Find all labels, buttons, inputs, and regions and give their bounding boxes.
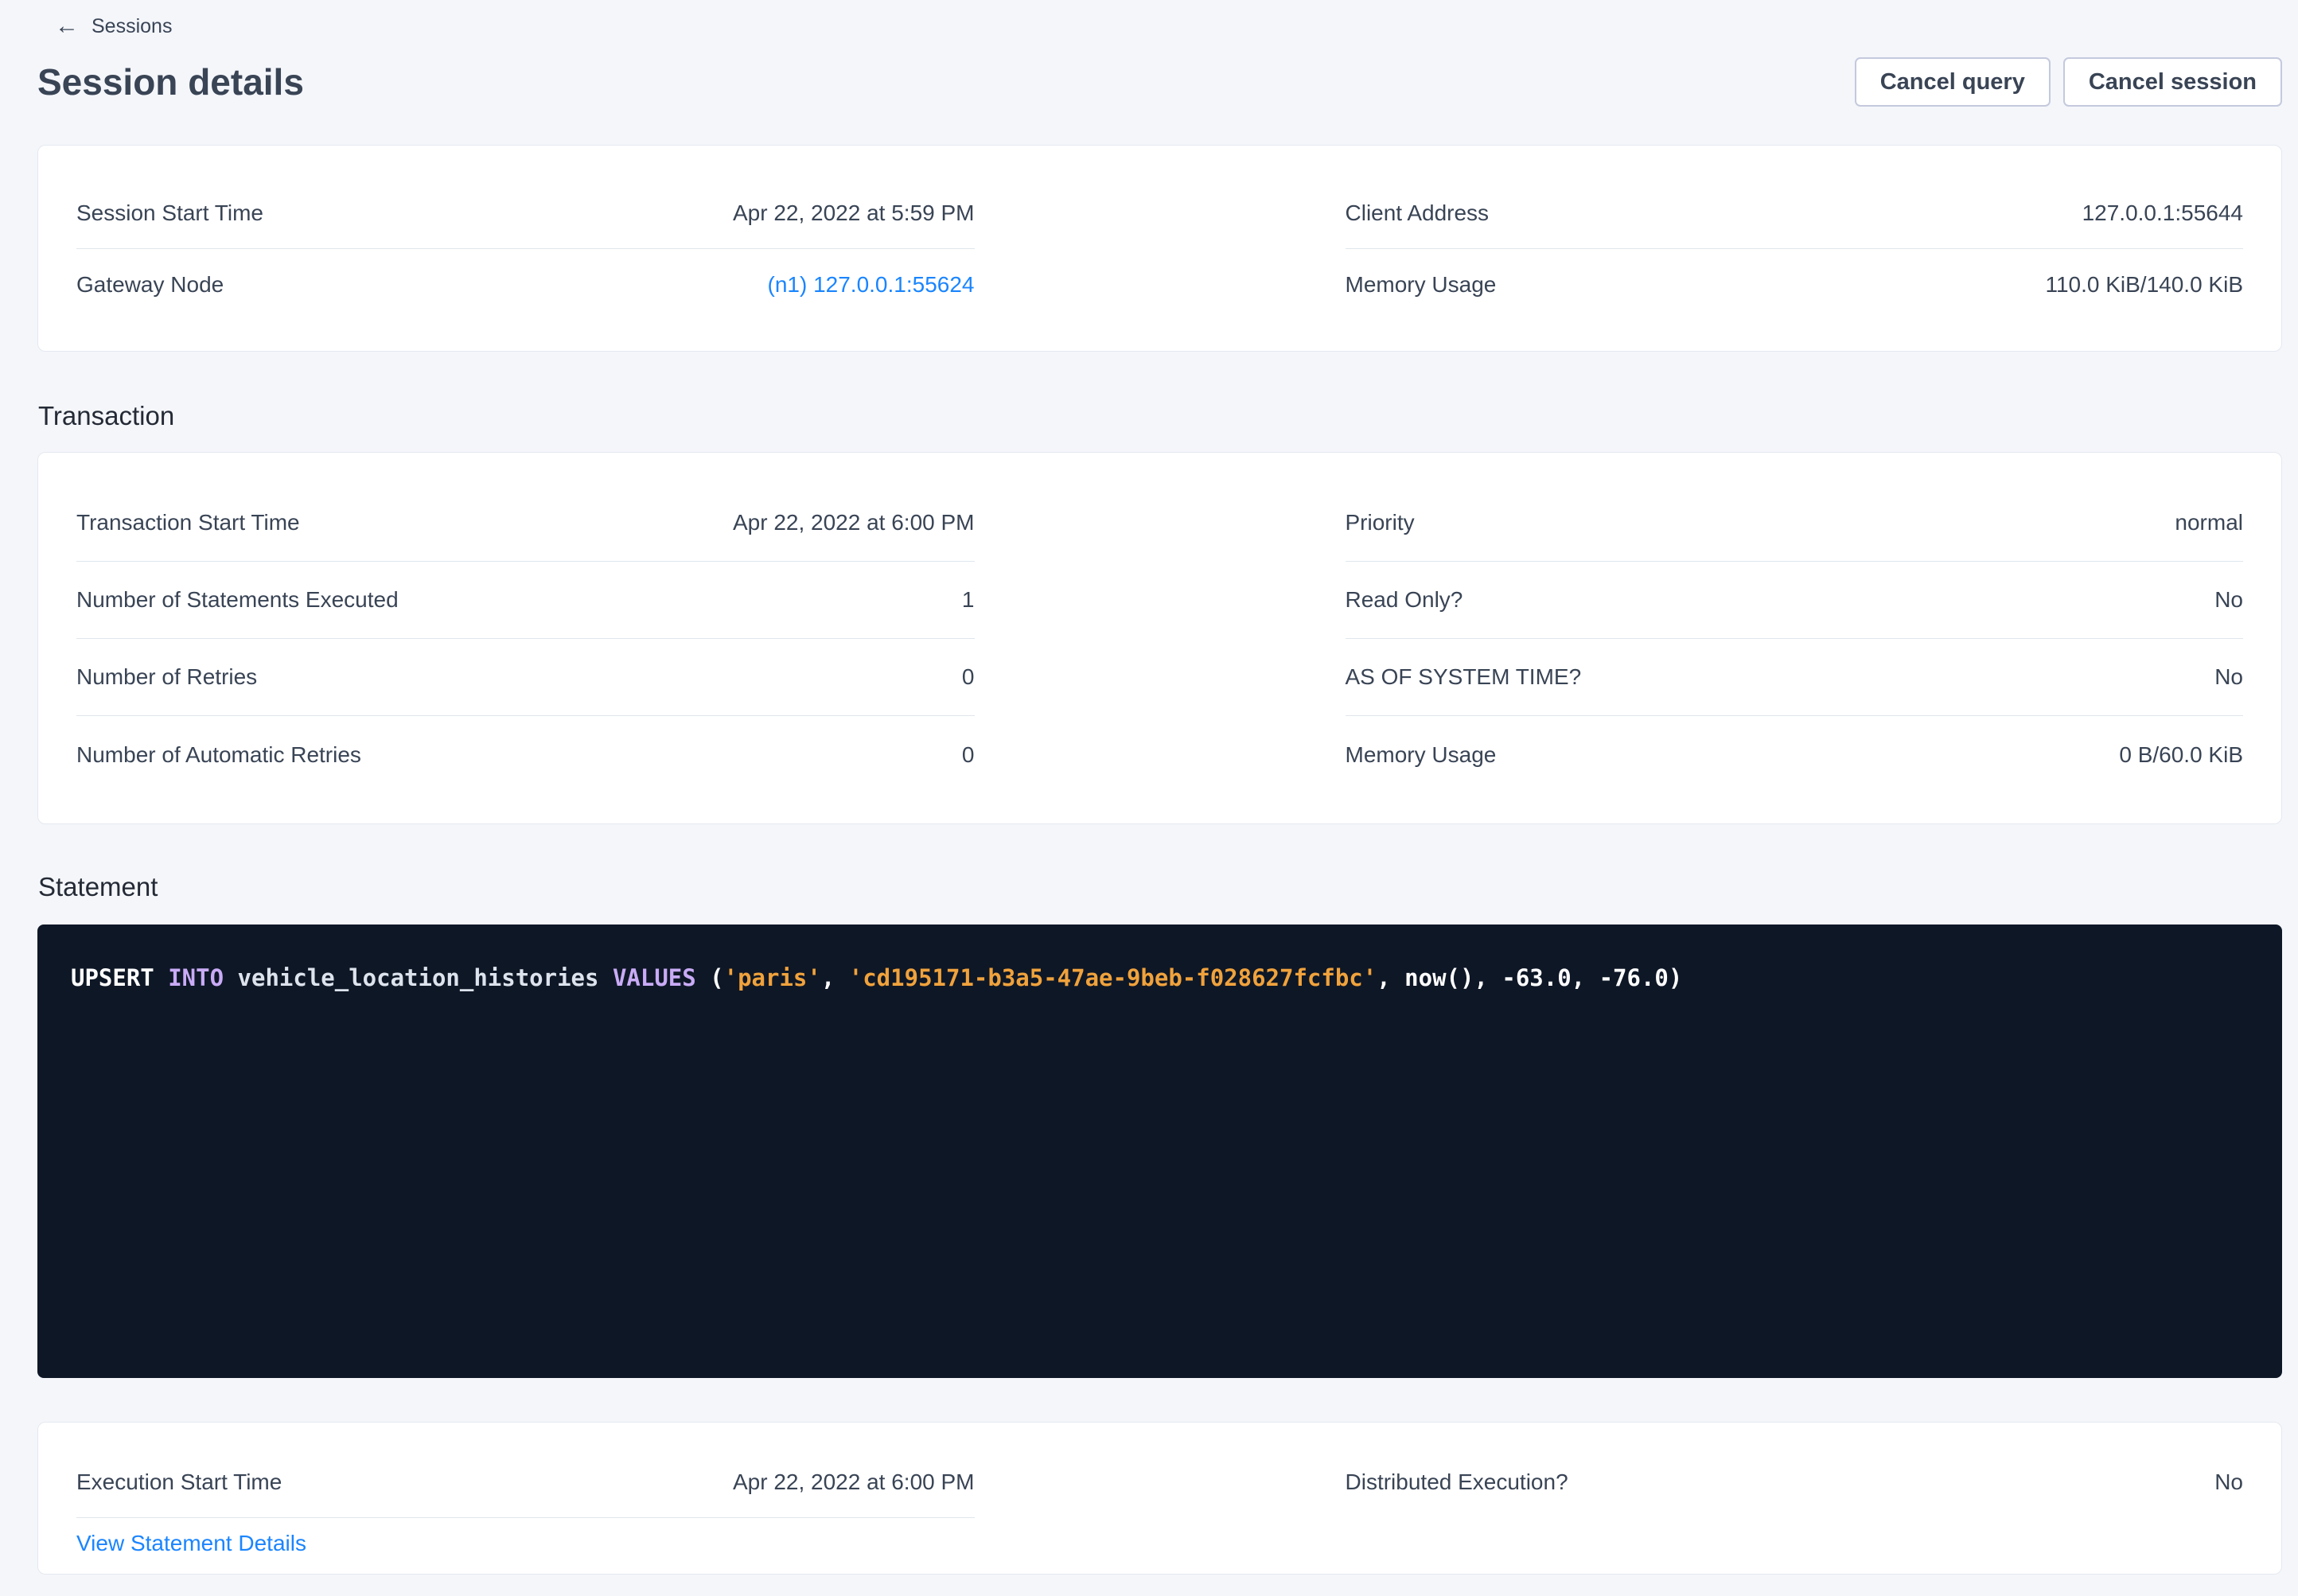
page-title: Session details xyxy=(37,60,304,103)
execution-left-column: Execution Start Time Apr 22, 2022 at 6:0… xyxy=(76,1446,975,1556)
row-client-address: Client Address 127.0.0.1:55644 xyxy=(1346,177,2244,249)
execution-start-time-value: Apr 22, 2022 at 6:00 PM xyxy=(733,1469,975,1495)
sql-token-args-tail: , now(), -63.0, -76.0) xyxy=(1377,964,1682,991)
statements-executed-value: 1 xyxy=(962,587,975,613)
session-summary-card: Session Start Time Apr 22, 2022 at 5:59 … xyxy=(37,145,2282,352)
statement-section-heading: Statement xyxy=(38,872,2282,902)
row-read-only: Read Only? No xyxy=(1346,562,2244,639)
session-memory-usage-label: Memory Usage xyxy=(1346,272,1497,298)
breadcrumb-label: Sessions xyxy=(92,15,172,38)
transaction-left-column: Transaction Start Time Apr 22, 2022 at 6… xyxy=(76,485,975,793)
as-of-system-time-value: No xyxy=(2214,664,2243,690)
session-summary-left-column: Session Start Time Apr 22, 2022 at 5:59 … xyxy=(76,177,975,321)
execution-card: Execution Start Time Apr 22, 2022 at 6:0… xyxy=(37,1422,2282,1575)
priority-value: normal xyxy=(2175,510,2243,535)
sql-token-table-name: vehicle_location_histories xyxy=(224,964,613,991)
transaction-right-column: Priority normal Read Only? No AS OF SYST… xyxy=(1346,485,2244,793)
sql-token-values: VALUES xyxy=(613,964,696,991)
sql-statement: UPSERT INTO vehicle_location_histories V… xyxy=(71,961,2249,995)
row-distributed-execution: Distributed Execution? No xyxy=(1346,1446,2244,1518)
execution-start-time-label: Execution Start Time xyxy=(76,1469,282,1495)
client-address-label: Client Address xyxy=(1346,200,1490,226)
number-of-retries-value: 0 xyxy=(962,664,975,690)
row-transaction-memory-usage: Memory Usage 0 B/60.0 KiB xyxy=(1346,716,2244,793)
view-statement-details-link[interactable]: View Statement Details xyxy=(76,1531,306,1556)
back-to-sessions-link[interactable]: ← Sessions xyxy=(55,14,172,38)
read-only-value: No xyxy=(2214,587,2243,613)
sql-token-into: INTO xyxy=(168,964,224,991)
transaction-start-time-label: Transaction Start Time xyxy=(76,510,300,535)
row-session-start-time: Session Start Time Apr 22, 2022 at 5:59 … xyxy=(76,177,975,249)
distributed-execution-label: Distributed Execution? xyxy=(1346,1469,1568,1495)
transaction-section-heading: Transaction xyxy=(38,401,2282,431)
transaction-memory-usage-value: 0 B/60.0 KiB xyxy=(2119,742,2243,768)
sql-token-string-uuid: 'cd195171-b3a5-47ae-9beb-f028627fcfbc' xyxy=(849,964,1377,991)
row-automatic-retries: Number of Automatic Retries 0 xyxy=(76,716,975,793)
automatic-retries-label: Number of Automatic Retries xyxy=(76,742,361,768)
sql-token-comma: , xyxy=(821,964,849,991)
gateway-node-label: Gateway Node xyxy=(76,272,224,298)
gateway-node-link[interactable]: (n1) 127.0.0.1:55624 xyxy=(768,272,975,298)
row-priority: Priority normal xyxy=(1346,485,2244,562)
execution-right-column: Distributed Execution? No xyxy=(1346,1446,2244,1556)
automatic-retries-value: 0 xyxy=(962,742,975,768)
row-transaction-start-time: Transaction Start Time Apr 22, 2022 at 6… xyxy=(76,485,975,562)
transaction-card: Transaction Start Time Apr 22, 2022 at 6… xyxy=(37,452,2282,824)
title-row: Session details Cancel query Cancel sess… xyxy=(37,56,2282,108)
cancel-query-button[interactable]: Cancel query xyxy=(1855,57,2051,107)
session-start-time-label: Session Start Time xyxy=(76,200,263,226)
sql-token-string-city: 'paris' xyxy=(724,964,821,991)
row-as-of-system-time: AS OF SYSTEM TIME? No xyxy=(1346,639,2244,716)
session-memory-usage-value: 110.0 KiB/140.0 KiB xyxy=(2045,272,2243,298)
client-address-value: 127.0.0.1:55644 xyxy=(2082,200,2243,226)
as-of-system-time-label: AS OF SYSTEM TIME? xyxy=(1346,664,1582,690)
transaction-memory-usage-label: Memory Usage xyxy=(1346,742,1497,768)
statements-executed-label: Number of Statements Executed xyxy=(76,587,399,613)
transaction-start-time-value: Apr 22, 2022 at 6:00 PM xyxy=(733,510,975,535)
row-session-memory-usage: Memory Usage 110.0 KiB/140.0 KiB xyxy=(1346,249,2244,321)
row-statements-executed: Number of Statements Executed 1 xyxy=(76,562,975,639)
session-start-time-value: Apr 22, 2022 at 5:59 PM xyxy=(733,200,975,226)
sql-statement-box: UPSERT INTO vehicle_location_histories V… xyxy=(37,925,2282,1378)
read-only-label: Read Only? xyxy=(1346,587,1463,613)
distributed-execution-value: No xyxy=(2214,1469,2243,1495)
sql-token-upsert: UPSERT xyxy=(71,964,168,991)
sql-token-open-paren: ( xyxy=(696,964,724,991)
back-arrow-icon: ← xyxy=(55,14,79,38)
cancel-session-button[interactable]: Cancel session xyxy=(2063,57,2282,107)
row-execution-start-time: Execution Start Time Apr 22, 2022 at 6:0… xyxy=(76,1446,975,1518)
statement-details-link-row: View Statement Details xyxy=(76,1531,975,1556)
row-number-of-retries: Number of Retries 0 xyxy=(76,639,975,716)
session-details-page: ← Sessions Session details Cancel query … xyxy=(0,0,2298,1575)
row-gateway-node: Gateway Node (n1) 127.0.0.1:55624 xyxy=(76,249,975,321)
number-of-retries-label: Number of Retries xyxy=(76,664,257,690)
action-buttons: Cancel query Cancel session xyxy=(1855,57,2282,107)
priority-label: Priority xyxy=(1346,510,1415,535)
session-summary-right-column: Client Address 127.0.0.1:55644 Memory Us… xyxy=(1346,177,2244,321)
